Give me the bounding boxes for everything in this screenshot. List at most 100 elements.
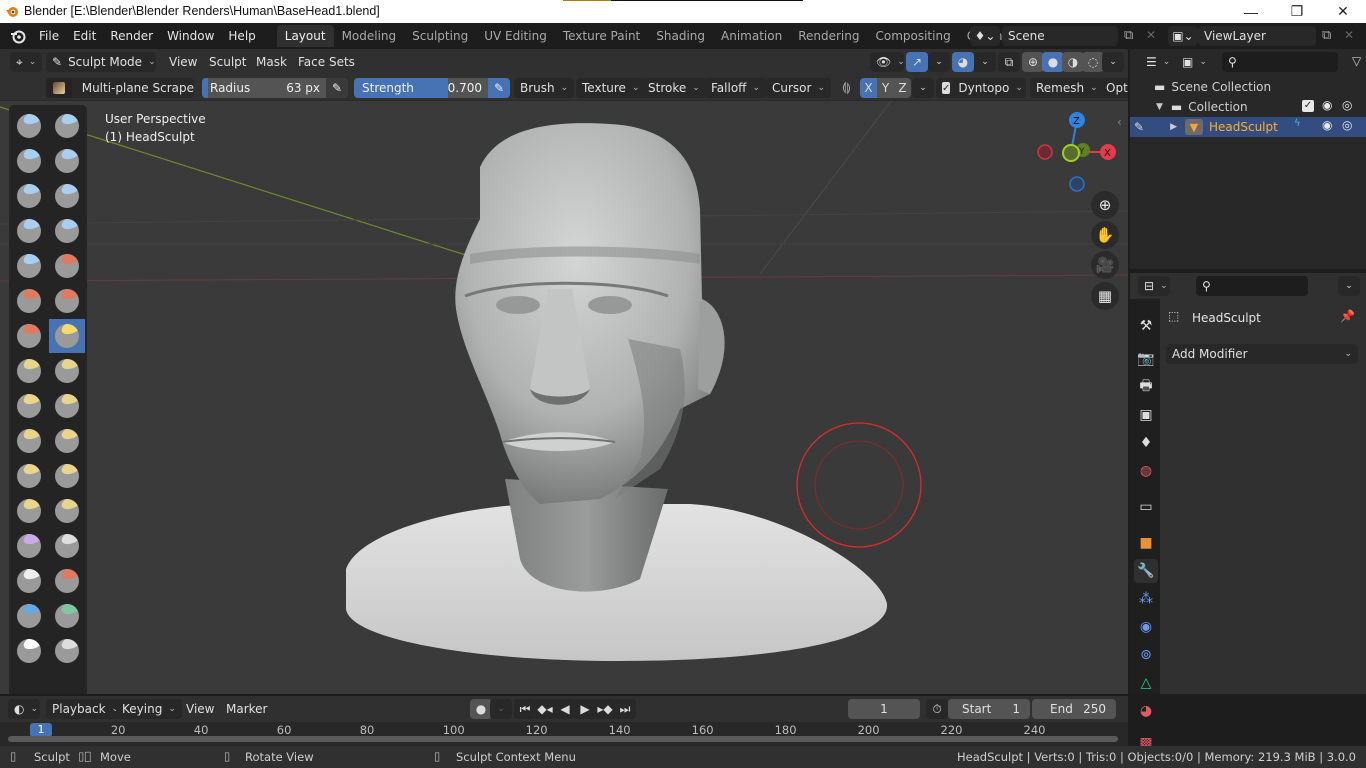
- jump-to-end-button[interactable]: ⏭: [614, 699, 636, 719]
- options-dropdown[interactable]: Opt: [1100, 78, 1128, 98]
- start-frame-field[interactable]: Start 1: [948, 699, 1030, 719]
- tool-smear[interactable]: [49, 634, 85, 668]
- tool-grab[interactable]: [49, 354, 85, 388]
- tool-layer[interactable]: [49, 179, 85, 213]
- scene-selector-button[interactable]: ♦⌄: [970, 26, 1000, 46]
- add-modifier-dropdown[interactable]: Add Modifier ⌄: [1166, 344, 1358, 364]
- expand-arrow-icon[interactable]: ▼: [1156, 102, 1163, 112]
- shading-rendered-button[interactable]: ◌: [1082, 52, 1104, 72]
- auto-keying-toggle[interactable]: ●: [470, 699, 492, 719]
- sidebar-toggle-icon[interactable]: ‹: [1117, 115, 1122, 129]
- remesh-dropdown[interactable]: Remesh ⌄: [1030, 78, 1104, 98]
- outliner-item-scene-collection[interactable]: ▬ Scene Collection: [1130, 77, 1366, 97]
- symmetry-options-dropdown[interactable]: ⌄: [912, 78, 934, 98]
- tool-slide-relax[interactable]: [11, 494, 47, 528]
- playback-dropdown[interactable]: Playback⌄: [46, 699, 126, 719]
- symmetry-y-toggle[interactable]: Y: [877, 78, 894, 98]
- symmetry-z-toggle[interactable]: Z: [894, 78, 911, 98]
- dyntopo-toggle[interactable]: ✓ Dyntopo ⌄: [936, 78, 1026, 98]
- tool-nudge[interactable]: [11, 459, 47, 493]
- menu-help[interactable]: Help: [221, 29, 262, 43]
- radius-slider[interactable]: Radius 63 px ✎: [202, 78, 348, 98]
- editor-type-button[interactable]: ⌖ ⌄: [10, 52, 42, 72]
- workspace-tab-modeling[interactable]: Modeling: [334, 25, 405, 47]
- camera-render-icon[interactable]: ◎: [1342, 118, 1352, 132]
- keying-dropdown[interactable]: Keying ⌄: [116, 699, 182, 719]
- properties-tab-physics[interactable]: ◉: [1134, 615, 1158, 639]
- workspace-tab-uv-editing[interactable]: UV Editing: [476, 25, 555, 47]
- outliner-item-collection[interactable]: ▼ ▬ Collection ✓ ◉ ◎: [1130, 97, 1366, 117]
- tool-paint[interactable]: [11, 634, 47, 668]
- workspace-tab-shading[interactable]: Shading: [648, 25, 713, 47]
- workspace-tab-sculpting[interactable]: Sculpting: [404, 25, 476, 47]
- pan-view-button[interactable]: ✋: [1091, 221, 1119, 249]
- maximize-button[interactable]: ❐: [1274, 0, 1320, 23]
- play-reverse-button[interactable]: ◀: [554, 699, 576, 719]
- overlays-options-dropdown[interactable]: ⌄: [974, 52, 996, 72]
- workspace-tab-compositing[interactable]: Compositing: [867, 25, 958, 47]
- tool-flatten[interactable]: [11, 284, 47, 318]
- timeline-editor-type-button[interactable]: ◐ ⌄: [8, 699, 40, 719]
- delete-view-layer-icon[interactable]: ✕: [1344, 28, 1354, 42]
- tool-mask[interactable]: [11, 564, 47, 598]
- radius-pressure-toggle[interactable]: ✎: [326, 78, 348, 98]
- workspace-tab-texture-paint[interactable]: Texture Paint: [555, 25, 648, 47]
- tool-draw[interactable]: [11, 109, 47, 143]
- end-frame-field[interactable]: End 250: [1032, 699, 1116, 719]
- tool-draw-sharp[interactable]: [49, 109, 85, 143]
- menu-mask[interactable]: Mask: [256, 55, 287, 69]
- tool-box-mask[interactable]: [11, 687, 47, 694]
- eye-icon[interactable]: ◉: [1322, 98, 1332, 112]
- view-layer-selector-button[interactable]: ▣⌄: [1168, 26, 1198, 46]
- jump-prev-keyframe-button[interactable]: ◆◂: [534, 699, 556, 719]
- strength-slider[interactable]: Strength 0.700 ✎: [354, 78, 510, 98]
- tool-clay[interactable]: [11, 144, 47, 178]
- zoom-view-button[interactable]: ⊕: [1091, 191, 1119, 219]
- menu-edit[interactable]: Edit: [66, 29, 103, 43]
- tool-clay-thumb[interactable]: [11, 179, 47, 213]
- tool-elastic-deform[interactable]: [11, 389, 47, 423]
- tool-multires-displacement-eraser[interactable]: [11, 599, 47, 633]
- show-gizmo-toggle[interactable]: ↗: [906, 52, 928, 72]
- navigation-gizmo[interactable]: Y Z X: [1030, 107, 1125, 197]
- expand-arrow-icon[interactable]: ▶: [1170, 122, 1177, 132]
- brush-selector[interactable]: Multi-plane Scrape: [46, 78, 194, 98]
- properties-tab-tool[interactable]: ⚒: [1134, 314, 1158, 338]
- menu-view[interactable]: View: [169, 55, 197, 69]
- xray-toggle[interactable]: ⧉: [998, 52, 1020, 72]
- exclude-checkbox[interactable]: ✓: [1302, 100, 1314, 112]
- close-button[interactable]: ✕: [1320, 0, 1366, 23]
- workspace-tab-layout[interactable]: Layout: [276, 25, 334, 47]
- tool-pinch[interactable]: [11, 354, 47, 388]
- new-view-layer-icon[interactable]: ⧉: [1322, 28, 1331, 43]
- preview-range-toggle[interactable]: ⏱: [926, 699, 948, 719]
- view-layer-name-field[interactable]: ViewLayer: [1198, 26, 1316, 46]
- timeline-scrollbar[interactable]: [8, 736, 1118, 742]
- sculpt-mode-icon[interactable]: ✎: [1134, 120, 1144, 134]
- properties-tab-output[interactable]: 🖶: [1134, 375, 1158, 399]
- tool-boundary[interactable]: [49, 494, 85, 528]
- show-overlays-toggle[interactable]: ◕: [952, 52, 974, 72]
- tool-smooth[interactable]: [49, 249, 85, 283]
- texture-dropdown[interactable]: Texture ⌄: [576, 78, 646, 98]
- camera-view-button[interactable]: 🎥: [1091, 251, 1119, 279]
- pin-icon[interactable]: 📌: [1340, 309, 1355, 323]
- timeline-ruler[interactable]: 1 20 40 60 80 100 120 140 160 180 200 220 240: [0, 722, 1128, 746]
- properties-tab-world[interactable]: ◍: [1134, 459, 1158, 483]
- camera-render-icon[interactable]: ◎: [1342, 98, 1352, 112]
- tool-inflate[interactable]: [11, 214, 47, 248]
- shading-wireframe-button[interactable]: ⊕: [1022, 52, 1044, 72]
- properties-tab-constraints[interactable]: ⊚: [1134, 643, 1158, 667]
- tool-thumb[interactable]: [11, 424, 47, 458]
- timeline-menu-view[interactable]: View: [186, 702, 214, 716]
- workspace-tab-rendering[interactable]: Rendering: [790, 25, 867, 47]
- jump-to-start-button[interactable]: ⏮: [514, 699, 536, 719]
- scene-name-field[interactable]: Scene: [1002, 26, 1118, 46]
- cursor-dropdown[interactable]: Cursor ⌄: [766, 78, 831, 98]
- menu-sculpt[interactable]: Sculpt: [209, 55, 246, 69]
- properties-editor-type-button[interactable]: ⊟ ⌄: [1138, 276, 1170, 296]
- properties-tab-scene[interactable]: ♦: [1134, 431, 1158, 455]
- filter-icon[interactable]: ▽: [1352, 54, 1361, 68]
- properties-tab-view-layer[interactable]: ▣: [1134, 403, 1158, 427]
- properties-search-input[interactable]: ⚲: [1196, 276, 1308, 296]
